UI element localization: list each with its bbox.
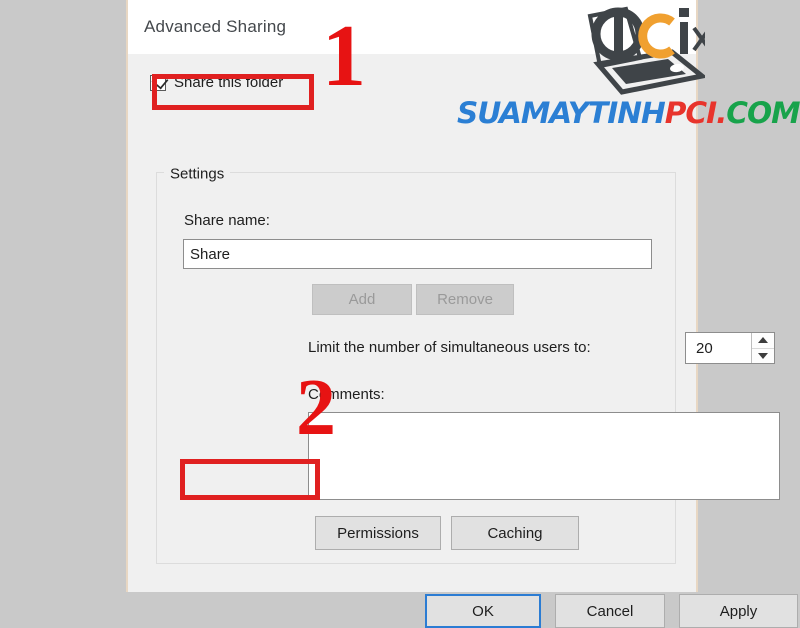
stepper-down-button[interactable] bbox=[752, 349, 774, 364]
cancel-button[interactable]: Cancel bbox=[555, 594, 665, 628]
add-button[interactable]: Add bbox=[312, 284, 412, 315]
remove-button[interactable]: Remove bbox=[416, 284, 514, 315]
simultaneous-users-value[interactable]: 20 bbox=[686, 333, 751, 363]
share-name-label: Share name: bbox=[184, 212, 270, 229]
permissions-button[interactable]: Permissions bbox=[315, 516, 441, 550]
simultaneous-users-stepper[interactable]: 20 bbox=[685, 332, 775, 364]
stepper-buttons bbox=[751, 333, 774, 363]
share-this-folder-row[interactable]: Share this folder bbox=[150, 72, 284, 91]
limit-users-label: Limit the number of simultaneous users t… bbox=[308, 339, 591, 356]
comments-label: Comments: bbox=[308, 386, 385, 403]
advanced-sharing-dialog: Advanced Sharing Share this folder Setti… bbox=[126, 0, 798, 628]
settings-groupbox bbox=[156, 172, 676, 564]
chevron-down-icon bbox=[758, 352, 768, 359]
share-this-folder-checkbox[interactable] bbox=[150, 72, 169, 91]
chevron-up-icon bbox=[758, 337, 768, 344]
watermark-text-part-3: COM bbox=[726, 96, 800, 130]
checkmark-icon bbox=[151, 72, 169, 89]
share-this-folder-label: Share this folder bbox=[174, 74, 284, 91]
dialog-title: Advanced Sharing bbox=[144, 17, 287, 36]
dialog-client-area: Share this folder Settings Share name: A… bbox=[128, 54, 798, 628]
apply-button[interactable]: Apply bbox=[679, 594, 798, 628]
dialog-titlebar: Advanced Sharing bbox=[128, 0, 696, 54]
comments-input[interactable] bbox=[308, 412, 780, 500]
settings-groupbox-legend: Settings bbox=[164, 165, 231, 183]
share-name-input[interactable] bbox=[183, 239, 652, 269]
stepper-up-button[interactable] bbox=[752, 333, 774, 349]
ok-button[interactable]: OK bbox=[425, 594, 541, 628]
caching-button[interactable]: Caching bbox=[451, 516, 579, 550]
